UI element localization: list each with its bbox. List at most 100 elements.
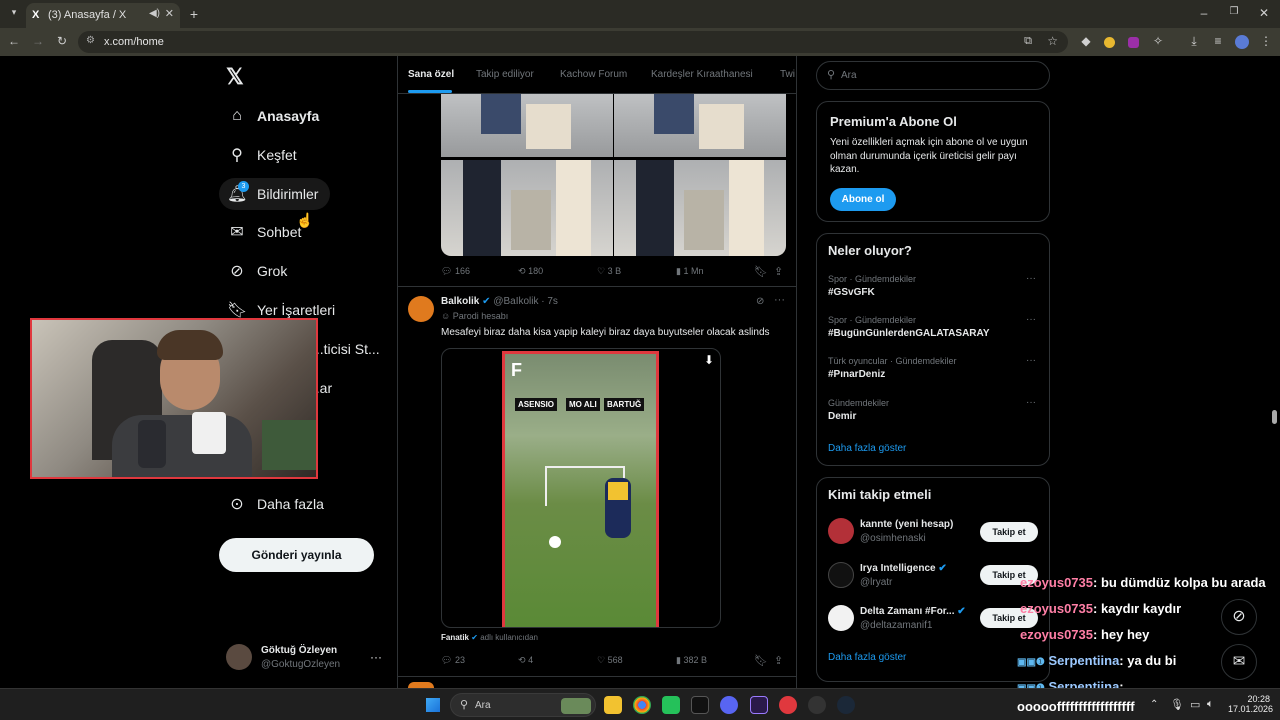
account-avatar[interactable] — [226, 644, 252, 670]
repost-action[interactable]: ⟲ 4 — [518, 655, 533, 666]
show-more-link[interactable]: Daha fazla göster — [828, 443, 906, 454]
download-video-icon[interactable]: ⬇ — [704, 353, 714, 367]
close-icon[interactable]: ✕ — [165, 7, 174, 20]
restore-icon[interactable]: ❐ — [1226, 6, 1242, 17]
reply-action[interactable]: 💬︎ 166 — [441, 266, 470, 277]
suggest-name[interactable]: Irya Intelligence ✔ — [860, 563, 947, 574]
tab-following[interactable]: Takip ediliyor — [476, 69, 534, 80]
follow-button[interactable]: Takip et — [980, 522, 1038, 542]
premiere-icon[interactable] — [750, 696, 768, 714]
show-more-link[interactable]: Daha fazla göster — [828, 652, 906, 663]
author-handle[interactable]: @BaIkolik · 7s — [493, 296, 558, 307]
nav-grok[interactable]: ⊘ Grok — [219, 255, 299, 287]
post-image-2[interactable] — [614, 94, 786, 159]
network-icon[interactable]: ▭ — [1190, 698, 1200, 711]
post-image-3[interactable] — [441, 160, 613, 256]
author-avatar[interactable] — [408, 296, 434, 322]
chrome-icon[interactable] — [633, 696, 651, 714]
minimize-icon[interactable]: – — [1196, 6, 1212, 20]
video-container[interactable]: F ASENSIO MO ALI BARTUĞ ⬇ — [441, 348, 721, 628]
post-image-4[interactable] — [614, 160, 786, 256]
extension-icon[interactable]: ◆ — [1078, 34, 1094, 48]
source-name[interactable]: Fanatik — [441, 633, 469, 642]
tab-search-icon[interactable]: ▾ — [6, 7, 22, 18]
share-icon[interactable]: ⇪ — [774, 265, 783, 278]
post-button[interactable]: Gönderi yayınla — [219, 538, 374, 572]
back-icon[interactable]: ← — [6, 34, 22, 48]
reload-icon[interactable]: ↻ — [54, 34, 70, 48]
author-name[interactable]: Balkolik — [441, 296, 479, 307]
windows-start-icon[interactable] — [426, 698, 440, 712]
nav-notifications[interactable]: 🔔︎ 3 Bildirimler — [219, 178, 331, 210]
nav-more[interactable]: ⊙ Daha fazla — [219, 488, 336, 520]
trend-menu-icon[interactable]: ··· — [1026, 397, 1036, 408]
trend-name[interactable]: #GSvGFK — [828, 287, 875, 298]
tab-kachow-forum[interactable]: Kachow Forum — [560, 69, 627, 80]
share-icon[interactable]: ⇪ — [774, 654, 783, 667]
menu-dots-icon[interactable]: ⋮ — [1258, 34, 1274, 48]
extension-coin-icon[interactable] — [1104, 37, 1115, 48]
trend-menu-icon[interactable]: ··· — [1026, 314, 1036, 325]
trend-name[interactable]: #BugünGünlerdenGALATASARAY — [828, 328, 989, 339]
views-action[interactable]: ▮ 1 Mn — [676, 266, 703, 277]
app-green-icon[interactable] — [662, 696, 680, 714]
x-logo-icon[interactable]: 𝕏 — [226, 64, 244, 90]
discord-icon[interactable] — [720, 696, 738, 714]
media-icon[interactable]: ≡ — [1210, 34, 1226, 48]
bookmark-star-icon[interactable]: ☆ — [1047, 34, 1058, 48]
reply-action[interactable]: 💬︎ 23 — [441, 655, 465, 666]
volume-icon[interactable]: 🔈︎ — [1207, 698, 1214, 711]
steam-icon[interactable] — [837, 696, 855, 714]
tray-chevron-icon[interactable]: ⌃ — [1150, 699, 1158, 710]
download-icon[interactable]: ⤓ — [1186, 34, 1202, 49]
grok-float-button[interactable]: ⊘ — [1221, 599, 1257, 635]
install-icon[interactable]: ⧉ — [1024, 35, 1032, 48]
puzzle-icon[interactable]: ✧ — [1150, 34, 1166, 48]
tab-more[interactable]: Twi — [780, 69, 795, 80]
repost-action[interactable]: ⟲ 180 — [518, 266, 543, 277]
mic-icon[interactable]: 🎙︎ — [1170, 698, 1184, 711]
post-image-1[interactable] — [441, 94, 613, 159]
media-player-icon[interactable] — [779, 696, 797, 714]
nav-home[interactable]: ⌂ Anasayfa — [219, 100, 331, 132]
tab-for-you[interactable]: Sana özel — [408, 69, 454, 80]
bookmark-icon[interactable]: 🔖︎ — [754, 654, 768, 667]
suggest-name[interactable]: Delta Zamanı #For... ✔ — [860, 606, 966, 617]
avatar[interactable] — [828, 518, 854, 544]
taskbar-clock[interactable]: 20:28 17.01.2026 — [1228, 694, 1273, 714]
browser-tab[interactable]: X (3) Anasayfa / X ◀) ✕ — [26, 3, 180, 28]
nav-explore[interactable]: ⚲ Keşfet — [219, 139, 309, 171]
bookmark-icon[interactable]: 🔖︎ — [754, 265, 768, 278]
window-close-icon[interactable]: ✕ — [1256, 6, 1272, 20]
taskbar-search[interactable]: ⚲ Ara — [450, 693, 596, 717]
tradingview-icon[interactable] — [691, 696, 709, 714]
post-menu-icon[interactable]: ··· — [774, 294, 785, 306]
site-info-icon[interactable]: ⚙ — [86, 35, 95, 46]
views-action[interactable]: ▮ 382 B — [676, 655, 707, 666]
trend-name[interactable]: Demir — [828, 411, 856, 422]
url-field[interactable]: ⚙ x.com/home ⧉ ☆ — [78, 31, 1068, 53]
like-action[interactable]: ♡ 3 B — [597, 266, 621, 277]
suggest-name[interactable]: kannte (yeni hesap) — [860, 519, 953, 530]
account-menu-icon[interactable]: ··· — [370, 650, 382, 664]
account-name[interactable]: Göktuğ Özleyen — [261, 645, 337, 656]
forward-icon[interactable]: → — [30, 34, 46, 48]
avatar[interactable] — [828, 605, 854, 631]
tab-kardesler[interactable]: Kardeşler Kıraathanesi — [651, 69, 753, 80]
new-tab-icon[interactable]: + — [186, 6, 202, 22]
trend-menu-icon[interactable]: ··· — [1026, 273, 1036, 284]
profile-avatar[interactable] — [1235, 35, 1249, 49]
trend-menu-icon[interactable]: ··· — [1026, 355, 1036, 366]
scrollbar-thumb[interactable] — [1272, 410, 1277, 424]
speaker-icon[interactable]: ◀) — [149, 8, 160, 19]
obs-icon[interactable] — [808, 696, 826, 714]
trend-name[interactable]: #PınarDeniz — [828, 369, 885, 380]
avatar[interactable] — [828, 562, 854, 588]
extension-purple-icon[interactable] — [1128, 37, 1139, 48]
subscribe-button[interactable]: Abone ol — [830, 188, 896, 211]
like-action[interactable]: ♡ 568 — [597, 655, 623, 666]
file-explorer-icon[interactable] — [604, 696, 622, 714]
grok-icon[interactable]: ⊘ — [756, 296, 764, 307]
messages-float-button[interactable]: ✉ — [1221, 644, 1257, 680]
search-input[interactable]: ⚲ Ara — [816, 61, 1050, 90]
